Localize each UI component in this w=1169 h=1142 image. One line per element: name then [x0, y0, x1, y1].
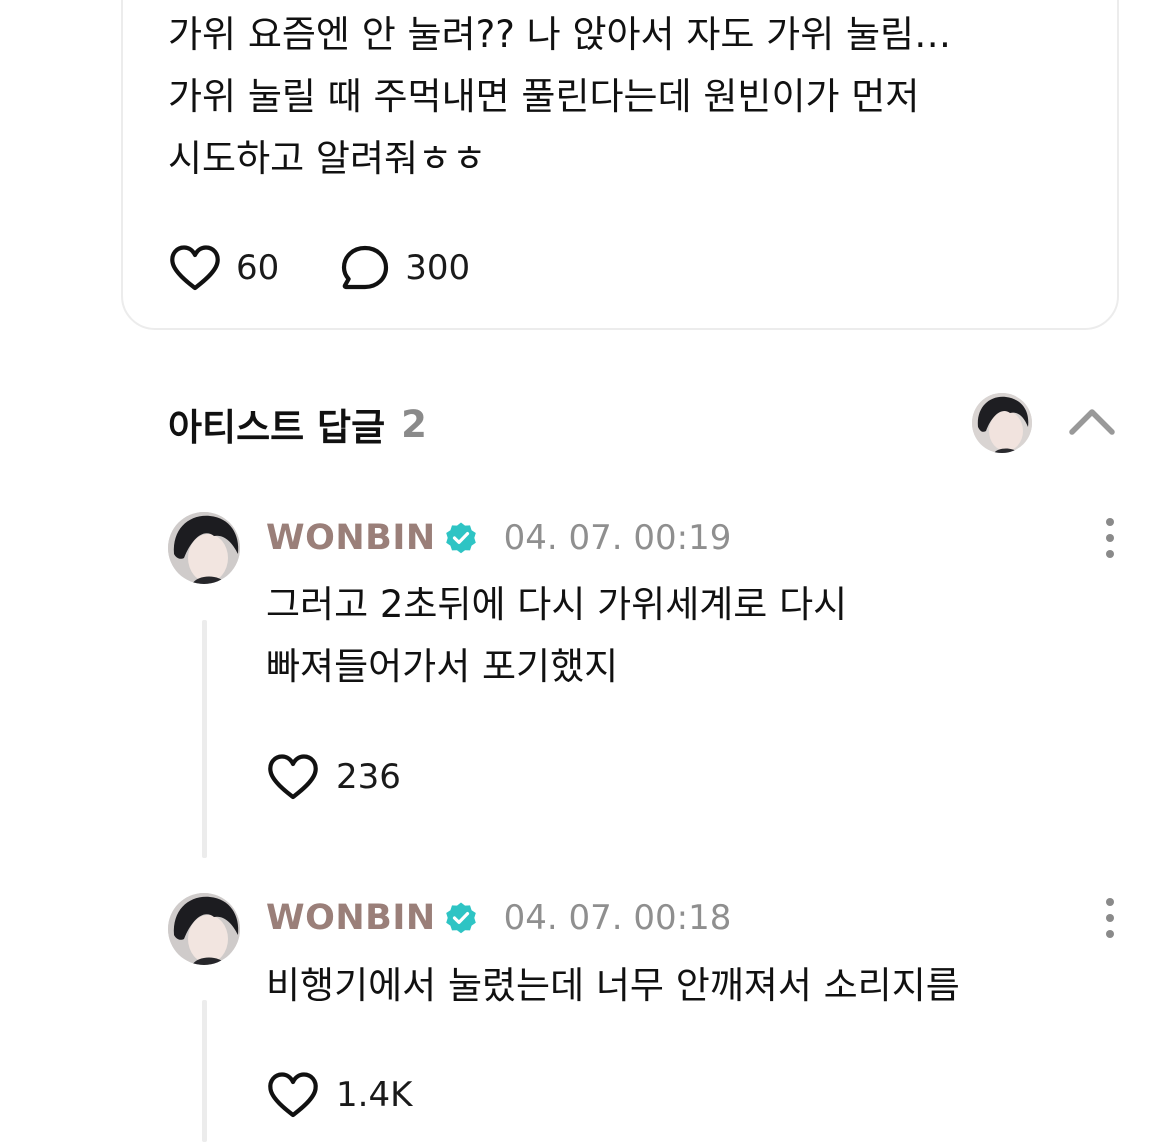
comment-like-button[interactable]: 1.4K — [266, 1070, 412, 1120]
post-text: 가위 요즘엔 안 눌려?? 나 앉아서 자도 가위 눌림… 가위 눌릴 때 주먹… — [168, 13, 952, 180]
comment-text: 그러고 2초뒤에 다시 가위세계로 다시 빠져들어가서 포기했지 — [266, 583, 848, 688]
thread-line — [202, 620, 207, 858]
heart-outline-icon — [268, 1072, 318, 1118]
comment-like-count: 1.4K — [336, 1075, 413, 1115]
comment-author[interactable]: WONBIN — [266, 518, 436, 558]
more-vertical-icon[interactable] — [1096, 516, 1124, 560]
comment-author-avatar[interactable] — [168, 893, 240, 965]
comment-like-count: 236 — [336, 757, 401, 797]
artist-replies-header[interactable]: 아티스트 답글 2 — [168, 394, 427, 454]
more-vertical-icon[interactable] — [1096, 896, 1124, 940]
post-like-button[interactable]: 60 — [168, 243, 279, 293]
comment-meta: WONBIN 04. 07. 00:18 — [266, 896, 731, 940]
artist-photo-icon — [972, 393, 1032, 453]
verified-badge-icon — [445, 522, 476, 554]
heart-outline-icon — [170, 245, 220, 291]
post-actions: 60 300 — [168, 240, 470, 296]
artist-avatar[interactable] — [972, 393, 1032, 453]
comment-author-avatar[interactable] — [168, 512, 240, 584]
post-comment-button[interactable]: 300 — [339, 243, 470, 293]
verified-badge-icon — [445, 902, 476, 934]
post-like-count: 60 — [236, 248, 280, 288]
comment-like-button[interactable]: 236 — [266, 752, 401, 802]
artist-photo-icon — [168, 893, 240, 965]
comment-text: 비행기에서 눌렸는데 너무 안깨져서 소리지름 — [266, 964, 960, 1007]
speech-bubble-icon — [342, 245, 389, 290]
artist-replies-title: 아티스트 답글 — [168, 406, 386, 449]
heart-outline-icon — [268, 754, 318, 800]
comment-timestamp: 04. 07. 00:18 — [503, 898, 732, 938]
chevron-up-icon[interactable] — [1066, 404, 1118, 440]
artist-replies-count: 2 — [401, 402, 427, 446]
comment-timestamp: 04. 07. 00:19 — [503, 518, 732, 558]
post-comment-count: 300 — [405, 248, 471, 288]
artist-photo-icon — [168, 512, 240, 584]
comment-author[interactable]: WONBIN — [266, 898, 436, 938]
thread-line — [202, 1000, 207, 1142]
comment-meta: WONBIN 04. 07. 00:19 — [266, 516, 731, 560]
